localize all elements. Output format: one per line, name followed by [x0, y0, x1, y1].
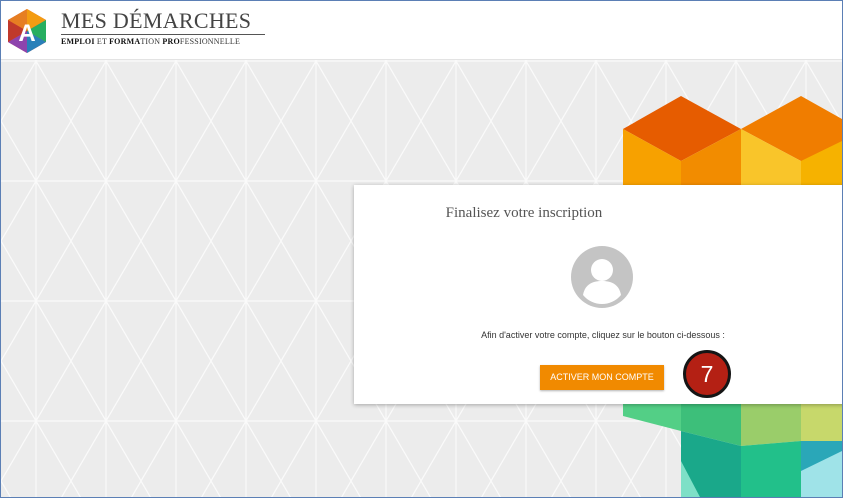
step-number-badge: 7	[683, 350, 731, 398]
registration-card: Finalisez votre inscription Afin d'activ…	[354, 185, 842, 404]
logo-icon[interactable]: A	[6, 8, 48, 54]
site-subtitle: EMPLOI ET FORMATION PROFESSIONNELLE	[61, 37, 241, 46]
card-title: Finalisez votre inscription	[445, 205, 603, 221]
browser-frame: A MES DÉMARCHES EMPLOI ET FORMATION PROF…	[0, 0, 843, 498]
site-header: A MES DÉMARCHES EMPLOI ET FORMATION PROF…	[1, 1, 842, 60]
activate-account-button[interactable]: ACTIVER MON COMPTE	[540, 365, 664, 390]
title-divider	[61, 34, 265, 35]
activation-instruction: Afin d'activer votre compte, cliquez sur…	[481, 330, 725, 340]
site-title[interactable]: MES DÉMARCHES	[61, 10, 251, 32]
logo-letter: A	[18, 20, 35, 47]
user-avatar-icon	[571, 246, 633, 308]
